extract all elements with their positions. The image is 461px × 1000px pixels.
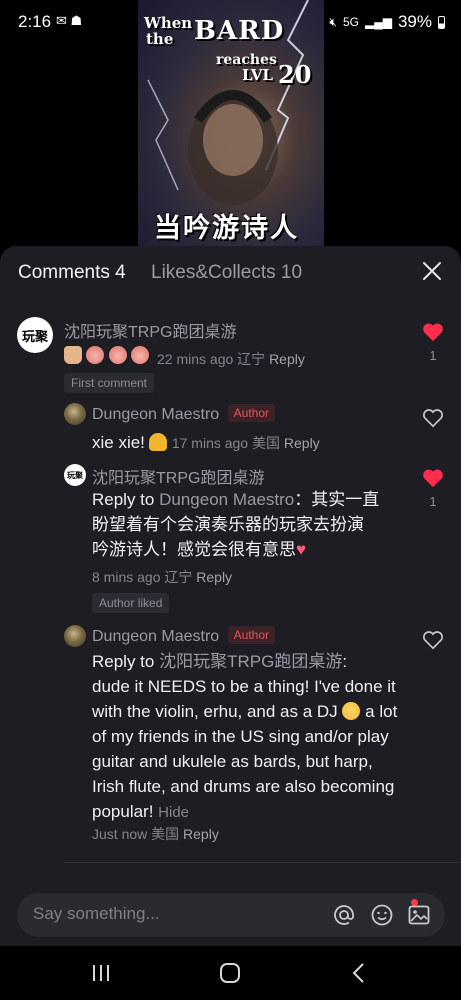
back-icon[interactable] (348, 962, 372, 984)
comment-body: Reply to 沈阳玩聚TRPG跑团桌游: dude it NEEDS to … (92, 649, 422, 825)
reply-button[interactable]: Reply (269, 351, 305, 367)
hide-button[interactable]: Hide (158, 804, 189, 821)
system-nav-bar (0, 946, 461, 1000)
avatar[interactable]: 玩聚 (64, 464, 86, 486)
comment-text: xie xie! (92, 433, 145, 452)
caption-chinese: 当吟游诗人 (154, 213, 299, 243)
signal-icon: ▂▄▆ (365, 15, 392, 29)
reply-button[interactable]: Reply (183, 826, 219, 842)
comment-author-name[interactable]: Dungeon Maestro (92, 628, 219, 645)
thumbs-up-emoji-icon (64, 346, 82, 364)
comment-emoji-row (64, 346, 150, 366)
comment-body: Reply to Dungeon Maestro：其实一直 盼望着有个会演奏乐器… (92, 487, 422, 562)
close-icon[interactable] (421, 260, 443, 282)
comment-meta: 17 mins ago 美国 Reply (172, 435, 320, 451)
comment-header: Dungeon Maestro Author (92, 404, 275, 424)
reply-button[interactable]: Reply (284, 435, 320, 451)
like-heart-icon[interactable] (422, 468, 444, 488)
pig-emoji-icon (131, 346, 150, 364)
battery-icon (438, 15, 445, 29)
caption-lvl-number: 20 (278, 60, 312, 89)
comment-author-name[interactable]: Dungeon Maestro (92, 406, 219, 423)
gmail-icon: ✉ (56, 13, 67, 28)
comment-meta: Just now 美国 Reply (92, 824, 219, 844)
reply-prefix: Reply to (92, 490, 155, 509)
comment-text: a lot (365, 702, 398, 721)
author-liked-chip: Author liked (92, 593, 170, 613)
discord-icon: ☗ (70, 13, 83, 28)
comment-text: guitar and ukulele as bards, but harp, (92, 752, 373, 771)
comment-text: 吟游诗人！感觉会很有意思 (92, 540, 296, 559)
comment-time: 17 mins ago 美国 (171, 435, 280, 451)
comment-time: Just now 美国 (92, 826, 180, 842)
caption-bard: BARD (194, 16, 285, 46)
comment-text: : (342, 652, 348, 671)
avatar[interactable]: 玩聚 (17, 317, 53, 353)
author-badge: Author (227, 404, 275, 422)
reply-mention[interactable]: Dungeon Maestro (159, 490, 294, 509)
reply-prefix: Reply to (92, 652, 155, 671)
recent-apps-icon[interactable] (89, 962, 113, 984)
avatar[interactable] (64, 403, 86, 425)
avatar[interactable] (64, 625, 86, 647)
comment-text: Irish flute, and drums are also becoming (92, 777, 395, 796)
emoji-icon[interactable] (370, 903, 394, 927)
network-label: 5G (342, 15, 359, 29)
video-thumbnail[interactable]: When the BARD reaches LVL 20 当吟游诗人 (138, 0, 324, 246)
comment-author-name[interactable]: 沈阳玩聚TRPG跑团桌游 (64, 318, 236, 342)
comment-time: 22 mins ago 辽宁 (157, 351, 266, 367)
mute-icon: 🔇︎ (329, 14, 337, 29)
sheet-header: Comments 4 Likes&Collects 10 (0, 246, 461, 300)
status-time: 2:16 (18, 12, 52, 31)
like-heart-outline-icon[interactable] (422, 630, 444, 650)
avatar-text: 玩聚 (21, 328, 48, 344)
like-heart-outline-icon[interactable] (422, 408, 444, 428)
comment-time: 8 mins ago 辽宁 (92, 569, 193, 585)
pig-emoji-icon (86, 346, 105, 364)
home-icon[interactable] (218, 962, 242, 984)
reply-mention[interactable]: 沈阳玩聚TRPG跑团桌游 (159, 652, 342, 671)
notification-icons: ✉ ☗ (56, 13, 82, 29)
comment-text: with the violin, erhu, and as a DJ (92, 702, 338, 721)
heart-emoji-icon: ♥ (296, 540, 307, 559)
comment-body: xie xie! 17 mins ago 美国 Reply (92, 430, 320, 455)
pig-emoji-icon (108, 346, 127, 364)
caption-when: When the (144, 14, 193, 48)
comment-text: dude it NEEDS to be a thing! I've done i… (92, 677, 396, 696)
tab-comments[interactable]: Comments 4 (18, 262, 126, 284)
comment-input-bar (17, 893, 445, 937)
status-right: 🔇︎ 5G ▂▄▆ 39% (329, 12, 445, 32)
avatar-text: 玩聚 (67, 470, 83, 480)
author-badge: Author (227, 626, 275, 644)
thinking-face-emoji-icon (342, 702, 361, 720)
comment-text: ：其实一直 (294, 490, 380, 509)
comment-author-name[interactable]: 沈阳玩聚TRPG跑团桌游 (92, 464, 264, 488)
comment-text: popular! (92, 802, 154, 821)
reply-button[interactable]: Reply (196, 569, 232, 585)
like-heart-icon[interactable] (422, 322, 444, 342)
comment-text: of my friends in the US sing and/or play (92, 727, 389, 746)
comment-meta: 22 mins ago 辽宁 Reply (157, 349, 305, 369)
battery-label: 39% (397, 12, 432, 31)
tab-likes-collects[interactable]: Likes&Collects 10 (151, 262, 302, 284)
comment-input[interactable] (33, 904, 323, 924)
comment-meta: 8 mins ago 辽宁 Reply (92, 567, 232, 587)
divider (64, 862, 461, 863)
like-count: 1 (429, 494, 437, 509)
heart-hands-emoji-icon (149, 433, 168, 451)
comments-sheet: Comments 4 Likes&Collects 10 玩聚 沈阳玩聚TRPG… (0, 246, 461, 946)
image-icon[interactable] (407, 903, 431, 927)
comment-text: 盼望着有个会演奏乐器的玩家去扮演 (92, 515, 364, 534)
mention-icon[interactable] (332, 903, 356, 927)
first-comment-chip: First comment (64, 373, 155, 393)
comment-header: Dungeon Maestro Author (92, 626, 275, 646)
caption-lvl: LVL (242, 66, 273, 84)
like-count: 1 (429, 348, 437, 363)
